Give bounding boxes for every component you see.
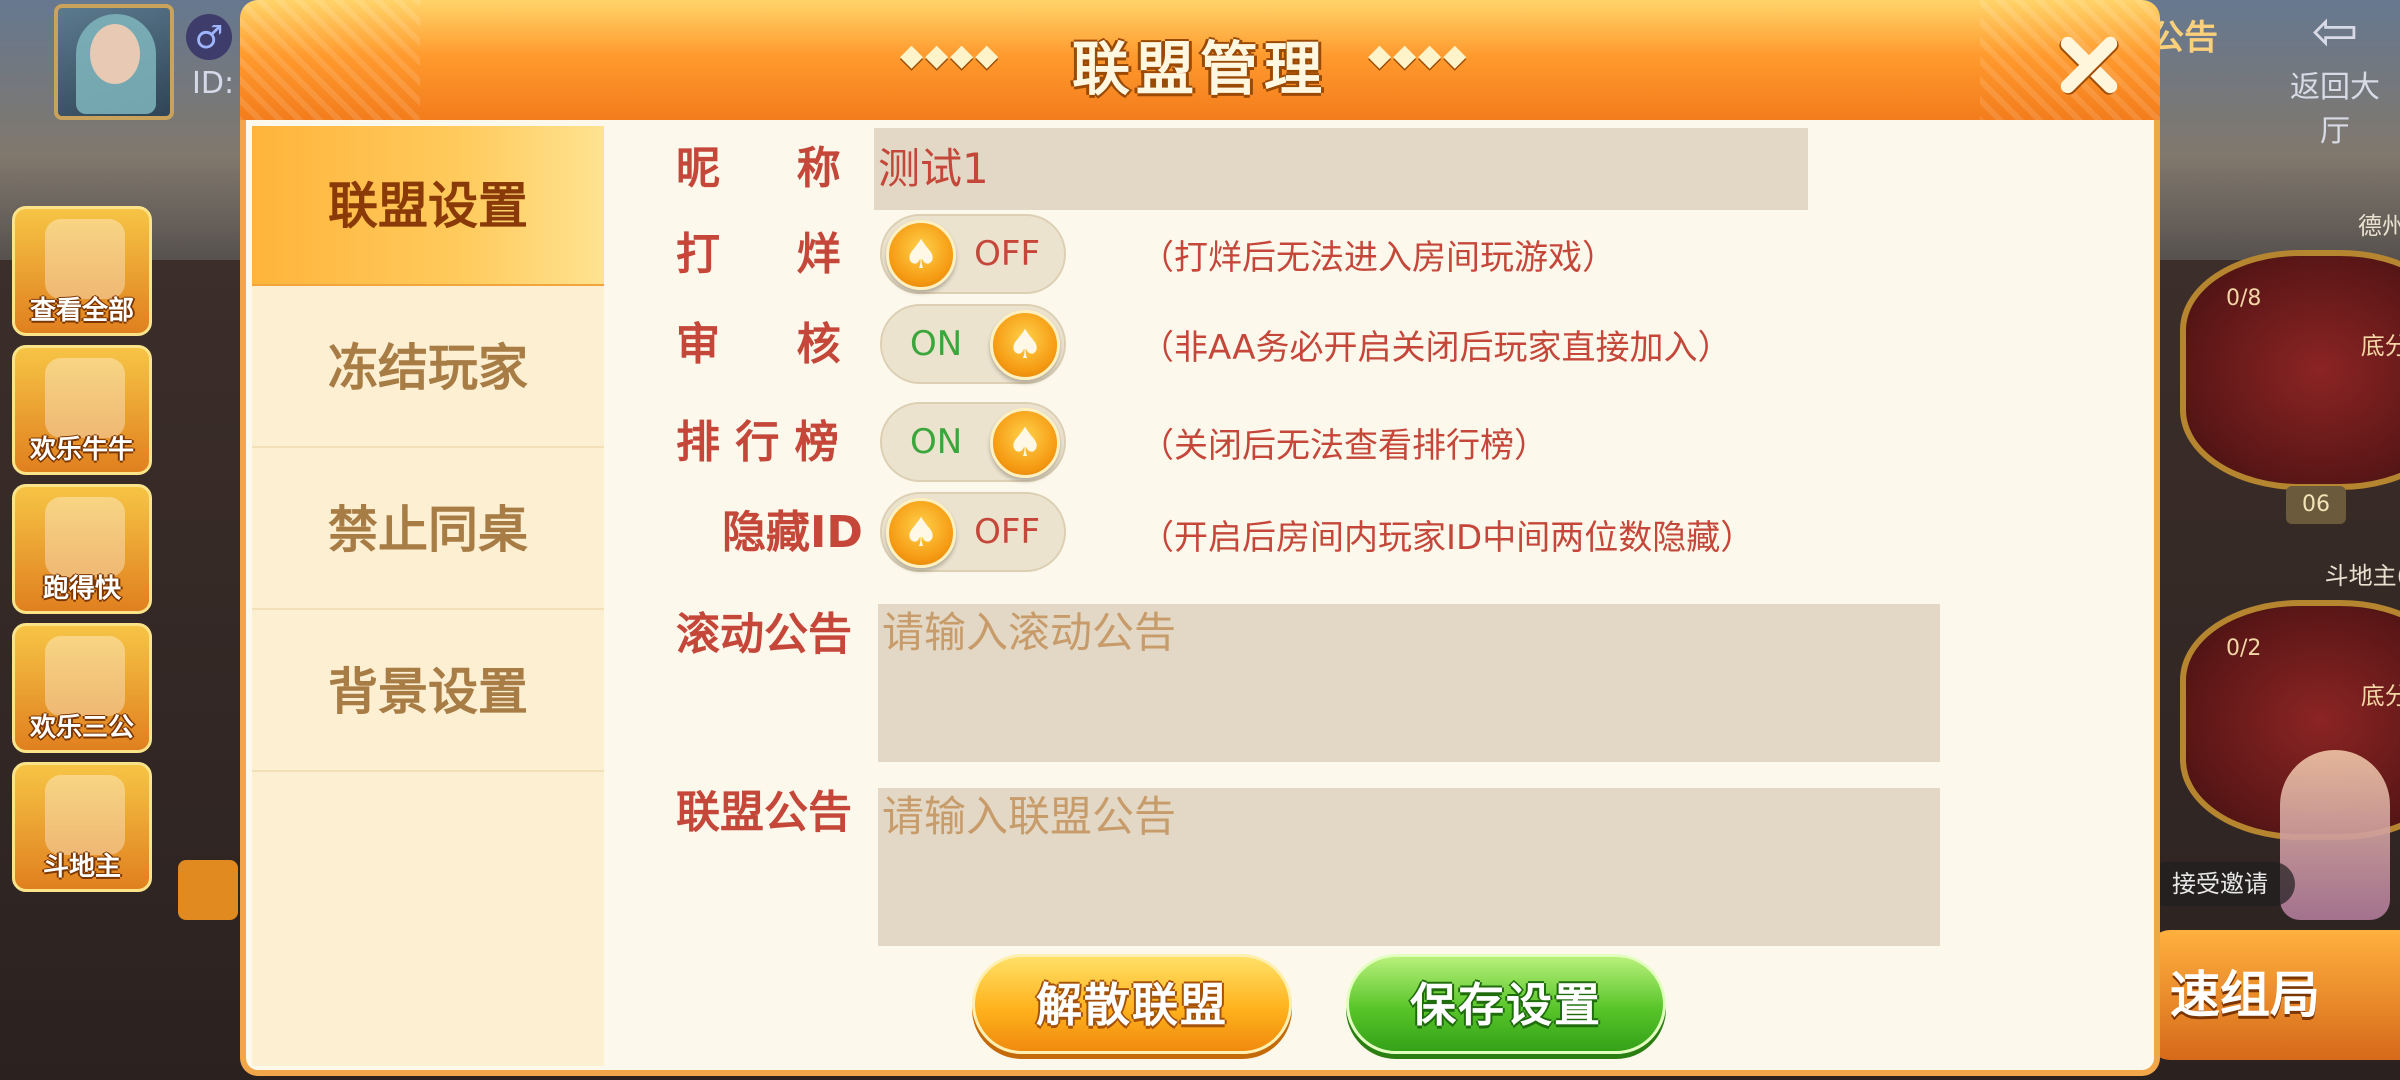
top-right-icons: 公告 ⇦ 返回大厅	[2150, 0, 2400, 150]
hide-id-hint: （开启后房间内玩家ID中间两位数隐藏）	[1140, 518, 1755, 558]
back-arrow-icon: ⇦	[2311, 0, 2359, 64]
dismiss-alliance-button[interactable]: 解散联盟	[972, 954, 1292, 1054]
settings-form: 昵 称 测试1 打 烊 ♠ OFF （打烊后无法进入房间玩游戏） 审 核 ON …	[246, 120, 2166, 1070]
review-toggle-state: ON	[910, 324, 963, 364]
notice-icon[interactable]: 公告	[2150, 10, 2218, 59]
leaderboard-hint: （关闭后无法查看排行榜）	[1140, 426, 1548, 466]
game-tile-paodekuai[interactable]: 跑得快	[12, 484, 152, 614]
closed-label: 打 烊	[676, 229, 841, 280]
leaderboard-label: 排 行 榜	[676, 417, 839, 468]
spade-icon: ♠	[990, 408, 1060, 478]
closed-hint: （打烊后无法进入房间玩游戏）	[1140, 238, 1616, 278]
alliance-management-dialog: ◆◆◆◆ 联盟管理 ◆◆◆◆ 联盟设置 冻结玩家 禁止同桌 背景设置 昵 称 测…	[240, 0, 2160, 1080]
left-panel-stub	[178, 860, 238, 920]
dialog-title: 联盟管理	[1071, 35, 1328, 103]
scroll-notice-input[interactable]	[878, 604, 1940, 762]
player-id-label: ID:	[192, 66, 235, 101]
review-label: 审 核	[676, 319, 841, 370]
leaderboard-toggle[interactable]: ON ♠	[880, 402, 1066, 482]
scroll-notice-label: 滚动公告	[676, 609, 852, 660]
back-to-lobby-label: 返回大厅	[2290, 70, 2380, 149]
review-toggle[interactable]: ON ♠	[880, 304, 1066, 384]
alliance-notice-input[interactable]	[878, 788, 1940, 946]
closed-toggle[interactable]: ♠ OFF	[880, 214, 1066, 294]
game-list: 查看全部 欢乐牛牛 跑得快 欢乐三公 斗地主	[12, 206, 156, 901]
game-tile-view-all[interactable]: 查看全部	[12, 206, 152, 336]
game-tile-sangong[interactable]: 欢乐三公	[12, 623, 152, 753]
review-hint: （非AA务必开启关闭后玩家直接加入）	[1140, 328, 1732, 368]
spade-icon: ♠	[886, 220, 956, 290]
spade-icon: ♠	[990, 310, 1060, 380]
accept-invite-toggle[interactable]: 接受邀请	[2145, 862, 2295, 906]
alliance-notice-label: 联盟公告	[676, 787, 852, 838]
spade-icon: ♠	[886, 498, 956, 568]
title-decoration-right: ◆◆◆◆	[1368, 38, 1469, 73]
quick-start-button[interactable]: 速组局	[2150, 930, 2400, 1060]
nickname-label: 昵 称	[676, 143, 841, 194]
game-table-texas[interactable]: 德州扑克 0/8 底分1 06	[2180, 212, 2400, 524]
male-gender-icon: ♂	[186, 14, 232, 60]
leaderboard-toggle-state: ON	[910, 422, 963, 462]
close-icon[interactable]	[2044, 20, 2134, 110]
hide-id-label: 隐藏ID	[722, 507, 863, 558]
back-to-lobby-button[interactable]: ⇦ 返回大厅	[2280, 0, 2390, 150]
hide-id-toggle-state: OFF	[974, 512, 1040, 552]
hide-id-toggle[interactable]: ♠ OFF	[880, 492, 1066, 572]
game-tile-niuniu[interactable]: 欢乐牛牛	[12, 345, 152, 475]
avatar[interactable]	[54, 4, 174, 120]
mascot-girl-image	[2280, 750, 2390, 920]
game-tile-doudizhu[interactable]: 斗地主	[12, 762, 152, 892]
closed-toggle-state: OFF	[974, 234, 1040, 274]
dialog-body: 联盟设置 冻结玩家 禁止同桌 背景设置 昵 称 测试1 打 烊 ♠ OFF （打…	[240, 120, 2160, 1076]
dialog-header: ◆◆◆◆ 联盟管理 ◆◆◆◆	[240, 0, 2160, 124]
nickname-field[interactable]: 测试1	[874, 128, 1808, 210]
save-settings-button[interactable]: 保存设置	[1346, 954, 1666, 1054]
